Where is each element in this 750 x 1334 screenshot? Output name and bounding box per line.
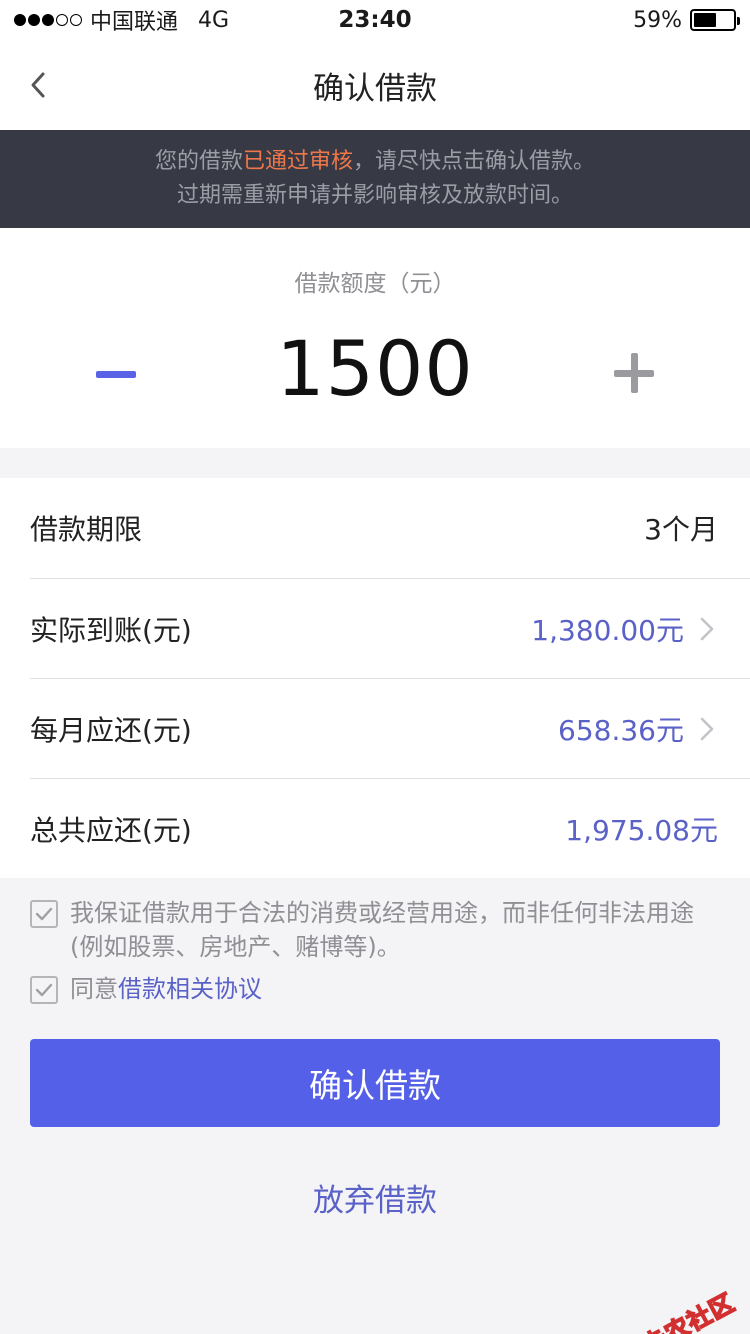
guarantee-checkbox[interactable] [30, 900, 58, 928]
detail-row-total: 总共应还(元) 1,975.08元 [30, 778, 750, 878]
abandon-loan-link[interactable]: 放弃借款 [0, 1175, 750, 1220]
terms-checkbox[interactable] [30, 976, 58, 1004]
amount-label: 借款额度（元） [294, 271, 456, 297]
battery-status: 59% [633, 7, 740, 33]
detail-label: 实际到账(元) [30, 613, 192, 647]
loan-details: 借款期限 3个月 实际到账(元) 1,380.00元 每月应还(元) 658.3… [0, 478, 750, 878]
detail-label: 总共应还(元) [30, 813, 192, 847]
check-icon [35, 983, 53, 997]
detail-label: 借款期限 [30, 513, 143, 546]
chevron-right-icon [696, 714, 718, 744]
loan-agreement-link[interactable]: 借款相关协议 [118, 975, 262, 1003]
approval-notice: 您的借款已通过审核，请尽快点击确认借款。 过期需重新申请并影响审核及放款时间。 [0, 130, 750, 228]
battery-icon [690, 9, 740, 31]
loan-amount-panel: 借款额度（元） 1500 [0, 228, 750, 448]
detail-row-received[interactable]: 实际到账(元) 1,380.00元 [30, 578, 750, 678]
signal-strength-icon [14, 14, 82, 26]
chevron-right-icon [696, 614, 718, 644]
detail-row-monthly[interactable]: 每月应还(元) 658.36元 [30, 678, 750, 778]
notice-line-1: 您的借款已通过审核，请尽快点击确认借款。 [155, 145, 595, 179]
page-title: 确认借款 [313, 70, 437, 107]
notice-highlight: 已通过审核 [242, 149, 353, 174]
detail-value: 3个月 [644, 513, 718, 546]
watermark: ✕ 卡农社区 [612, 1283, 740, 1334]
detail-value: 1,975.08元 [565, 813, 718, 847]
increase-amount-button[interactable] [594, 338, 674, 408]
notice-text: ，请尽快点击确认借款。 [353, 149, 596, 174]
carrier-name: 中国联通 [90, 10, 179, 35]
guarantee-agreement: 我保证借款用于合法的消费或经营用途，而非任何非法用途(例如股票、房地产、赌博等)… [30, 896, 720, 964]
notice-text: 您的借款 [154, 149, 243, 174]
terms-agreement: 同意借款相关协议 [30, 972, 720, 1006]
check-icon [35, 907, 53, 921]
agreements: 我保证借款用于合法的消费或经营用途，而非任何非法用途(例如股票、房地产、赌博等)… [0, 878, 750, 1006]
status-bar: 中国联通 4G 23:40 59% [0, 0, 750, 40]
agree-prefix: 同意 [70, 975, 118, 1003]
detail-value: 1,380.00元 [531, 613, 684, 647]
notice-line-2: 过期需重新申请并影响审核及放款时间。 [176, 183, 573, 208]
battery-percent: 59% [633, 7, 682, 33]
network-type: 4G [198, 7, 230, 33]
battery-level [694, 13, 717, 27]
watermark-text: 卡农社区 [637, 1288, 740, 1334]
chevron-left-icon [31, 72, 45, 98]
back-button[interactable] [28, 40, 88, 130]
nav-bar: 确认借款 [0, 40, 750, 130]
detail-value: 658.36元 [558, 713, 684, 747]
detail-label: 每月应还(元) [30, 713, 192, 747]
detail-row-term: 借款期限 3个月 [30, 478, 750, 578]
confirm-loan-button[interactable]: 确认借款 [30, 1039, 720, 1127]
guarantee-text: 我保证借款用于合法的消费或经营用途，而非任何非法用途(例如股票、房地产、赌博等)… [70, 899, 694, 961]
